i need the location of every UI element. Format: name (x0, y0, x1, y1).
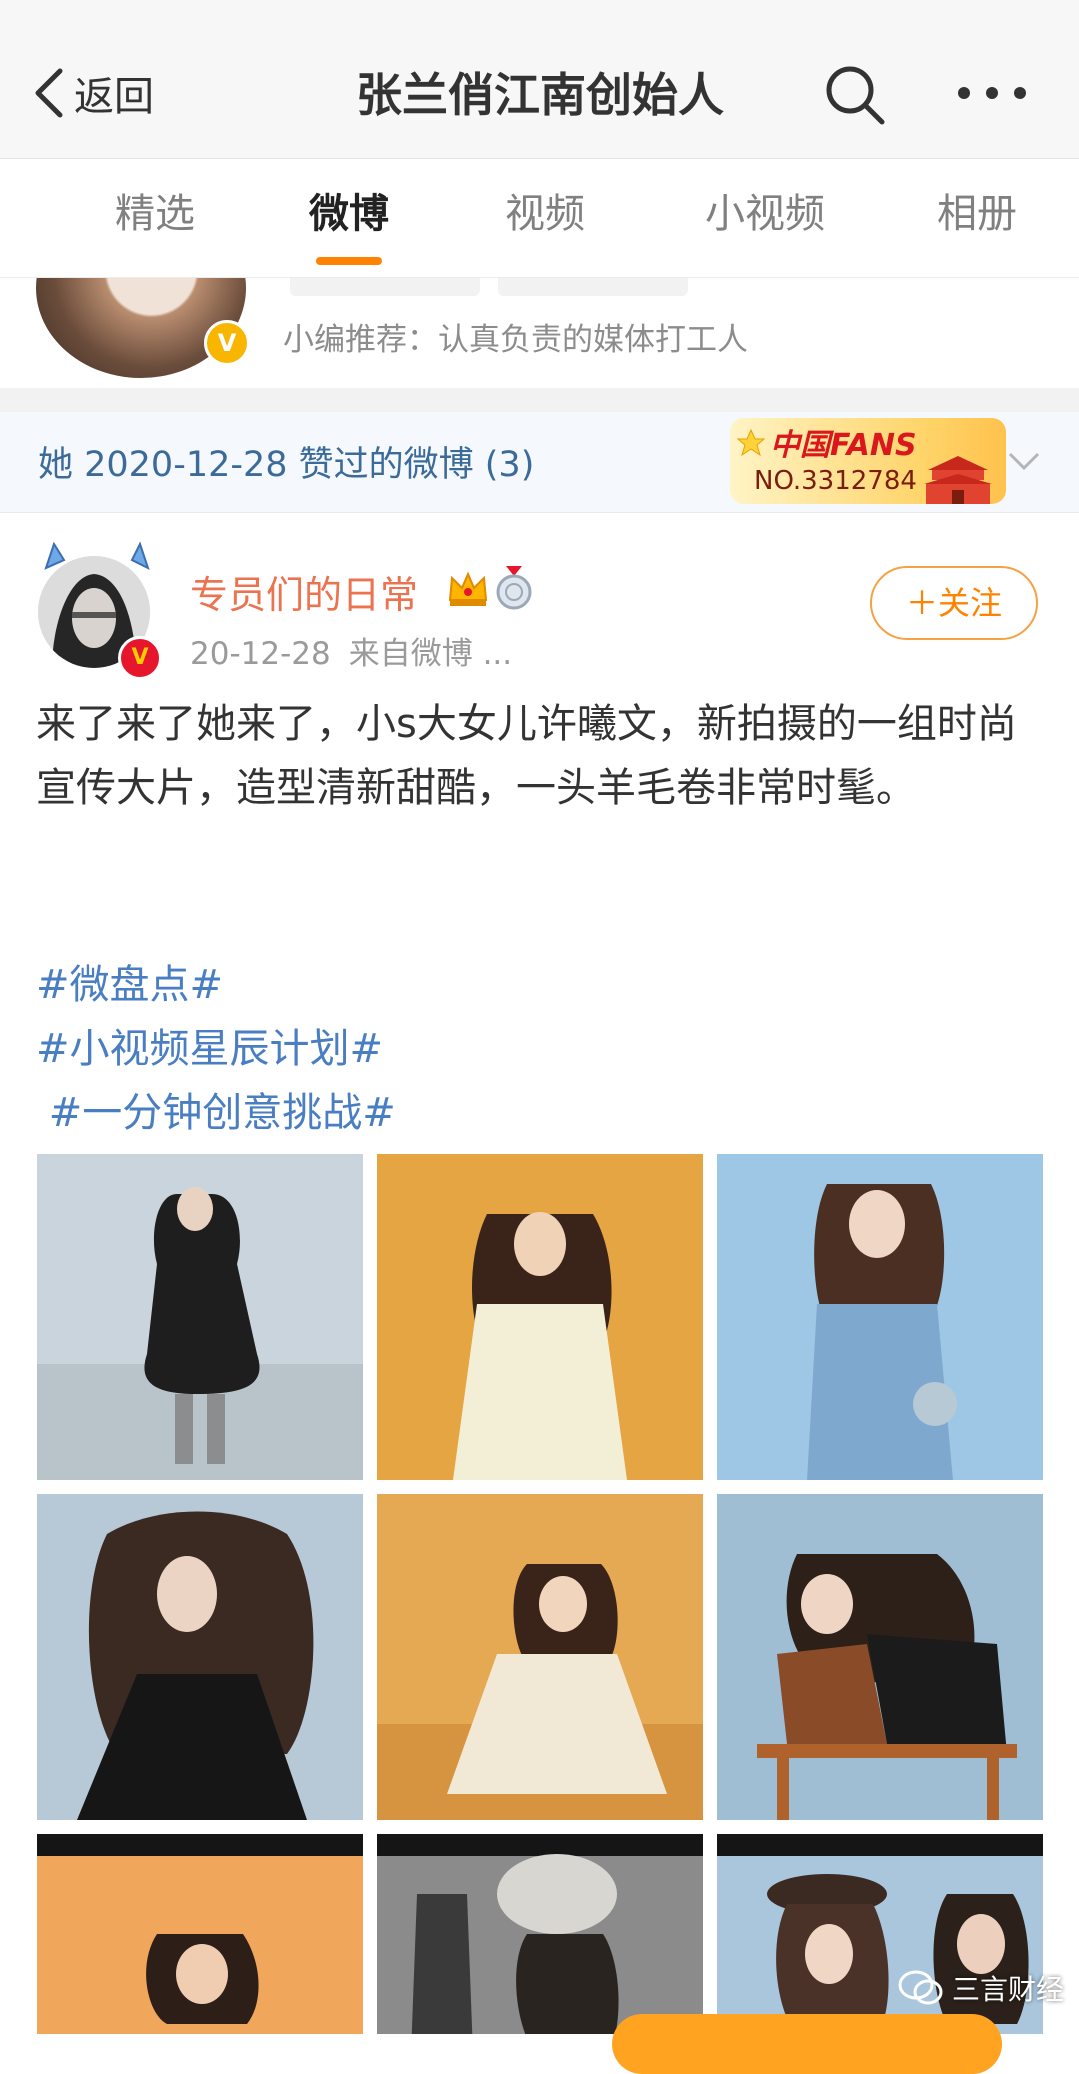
top-nav-bar: 返回 张兰俏江南创始人 (0, 0, 1079, 159)
editor-recommendation: 小编推荐：认真负责的媒体打工人 (283, 322, 748, 358)
hashtag-link[interactable]: #小视频星辰计划# (36, 1016, 383, 1074)
verified-badge-icon: V (204, 320, 250, 366)
tab-label: 精选 (115, 191, 195, 237)
back-label: 返回 (74, 74, 154, 120)
photo-girl-black-dress (37, 1154, 363, 1480)
photo-girl-sitting (377, 1494, 703, 1820)
hashtag-link[interactable]: #微盘点# (36, 952, 223, 1010)
tab-label: 微博 (309, 191, 389, 237)
photo-girl-curly-hair (37, 1494, 363, 1820)
post-author[interactable]: 专员们的日常 (190, 564, 418, 619)
post-meta: 20-12-28 来自微博 ... (190, 628, 512, 673)
tab-featured[interactable]: 精选 (100, 159, 210, 277)
photo-girl-floral-dress (377, 1154, 703, 1480)
watermark: 三言财经 (898, 1966, 1064, 2010)
tab-video[interactable]: 视频 (490, 159, 600, 277)
post-text: 来了来了她来了，小s大女儿许曦文，新拍摄的一组时尚宣传大片，造型清新甜酷，一头羊… (36, 701, 1017, 811)
tab-label: 视频 (505, 191, 585, 237)
post-photo[interactable] (37, 1154, 363, 1480)
crown-icon (448, 571, 488, 606)
hashtag-link[interactable]: #一分钟创意挑战# (36, 1080, 396, 1138)
profile-stat-pill (290, 278, 480, 296)
liked-posts-header[interactable]: 她 2020-12-28 赞过的微博 (3) 中国FANS NO.3312784 (0, 412, 1079, 513)
tiananmen-icon (924, 456, 992, 504)
profile-tabs: 精选 微博 视频 小视频 相册 (0, 159, 1079, 278)
back-button[interactable]: 返回 (30, 58, 154, 128)
profile-stat-pill (498, 278, 688, 296)
post-photo[interactable] (37, 1494, 363, 1820)
medal-icon (496, 566, 532, 610)
page-title: 张兰俏江南创始人 (356, 68, 724, 122)
post-photo[interactable] (377, 1834, 703, 2034)
post-photo[interactable] (377, 1154, 703, 1480)
photo-girl-on-chair (717, 1494, 1043, 1820)
watermark-text: 三言财经 (952, 1973, 1065, 2006)
floating-action-button[interactable] (612, 2014, 1002, 2074)
post-time: 20-12-28 (190, 636, 331, 672)
more-icon[interactable] (954, 78, 1030, 108)
photo-girl-orange-backdrop (37, 1834, 363, 2034)
verified-badge-icon: V (118, 636, 162, 680)
wechat-icon (898, 1970, 943, 2005)
post-source: 来自微博 ... (348, 636, 513, 672)
tab-weibo[interactable]: 微博 (294, 159, 404, 277)
fans-badge-number: NO.3312784 (754, 466, 917, 496)
liked-posts-title: 她 2020-12-28 赞过的微博 (3) (38, 445, 535, 485)
fans-badge-brand: 中国FANS (770, 428, 917, 463)
tab-label: 小视频 (705, 191, 825, 237)
china-fans-badge: 中国FANS NO.3312784 (730, 418, 1006, 504)
tab-label: 相册 (937, 191, 1017, 237)
post-photo[interactable] (717, 1154, 1043, 1480)
photo-girl-denim-dress (717, 1154, 1043, 1480)
star-icon (736, 428, 766, 457)
tab-album[interactable]: 相册 (922, 159, 1032, 277)
post-photo[interactable] (377, 1494, 703, 1820)
photo-backstage (377, 1834, 703, 2034)
chevron-left-icon (35, 68, 63, 118)
chevron-down-icon[interactable] (1006, 446, 1042, 476)
search-icon[interactable] (822, 62, 888, 128)
follow-button[interactable]: ＋关注 (870, 566, 1038, 640)
active-tab-indicator (316, 257, 382, 265)
post-photo[interactable] (717, 1494, 1043, 1820)
section-divider (0, 388, 1079, 412)
tab-short-video[interactable]: 小视频 (690, 159, 840, 277)
post-photo[interactable] (37, 1834, 363, 2034)
profile-summary: V 小编推荐：认真负责的媒体打工人 (0, 278, 1079, 388)
